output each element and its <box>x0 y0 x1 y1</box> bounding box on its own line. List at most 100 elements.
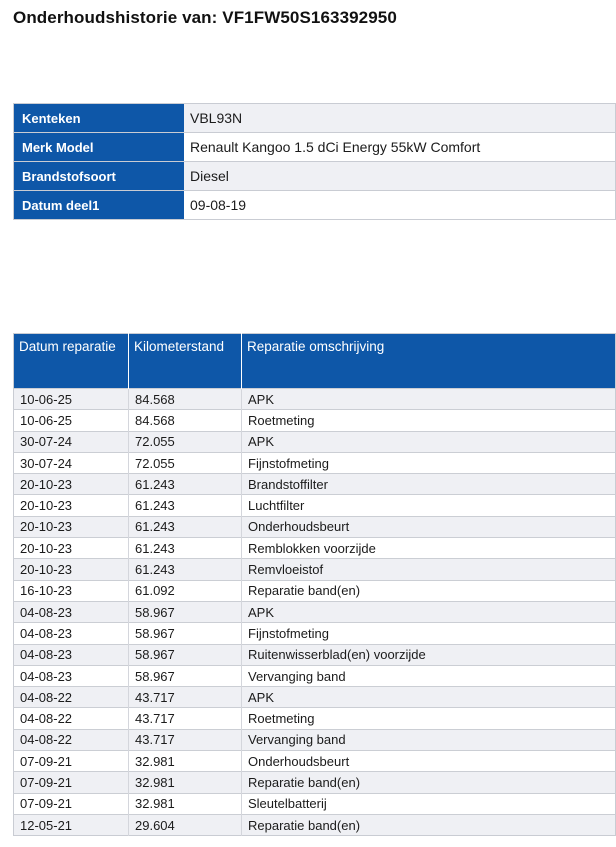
repair-row: 12-05-2129.604Reparatie band(en) <box>14 814 616 835</box>
vehicle-info-label: Merk Model <box>14 133 185 162</box>
repair-km-cell: 61.092 <box>129 580 242 601</box>
repair-date-cell: 04-08-23 <box>14 644 129 665</box>
repair-row: 10-06-2584.568Roetmeting <box>14 410 616 431</box>
repair-row: 30-07-2472.055Fijnstofmeting <box>14 452 616 473</box>
repair-date-cell: 20-10-23 <box>14 538 129 559</box>
repair-history-table: Datum reparatieKilometerstandReparatie o… <box>13 333 616 836</box>
repair-row: 04-08-2358.967Vervanging band <box>14 665 616 686</box>
column-header-reparatie-omschrijving: Reparatie omschrijving <box>242 334 616 389</box>
repair-km-cell: 58.967 <box>129 601 242 622</box>
repair-row: 20-10-2361.243Brandstoffilter <box>14 474 616 495</box>
page-title: Onderhoudshistorie van: VF1FW50S16339295… <box>13 8 397 28</box>
repair-date-cell: 20-10-23 <box>14 495 129 516</box>
repair-km-cell: 32.981 <box>129 751 242 772</box>
repair-description-cell: Sleutelbatterij <box>242 793 616 814</box>
repair-row: 04-08-2243.717Vervanging band <box>14 729 616 750</box>
repair-description-cell: Vervanging band <box>242 729 616 750</box>
repair-description-cell: Roetmeting <box>242 410 616 431</box>
repair-description-cell: Reparatie band(en) <box>242 814 616 835</box>
vehicle-info-value: Renault Kangoo 1.5 dCi Energy 55kW Comfo… <box>184 133 616 162</box>
repair-description-cell: Brandstoffilter <box>242 474 616 495</box>
repair-date-cell: 20-10-23 <box>14 516 129 537</box>
repair-description-cell: Fijnstofmeting <box>242 623 616 644</box>
repair-row: 20-10-2361.243Luchtfilter <box>14 495 616 516</box>
repair-date-cell: 20-10-23 <box>14 559 129 580</box>
repair-row: 07-09-2132.981Onderhoudsbeurt <box>14 751 616 772</box>
repair-description-cell: APK <box>242 687 616 708</box>
repair-date-cell: 07-09-21 <box>14 751 129 772</box>
repair-km-cell: 43.717 <box>129 708 242 729</box>
repair-row: 04-08-2243.717Roetmeting <box>14 708 616 729</box>
repair-description-cell: Reparatie band(en) <box>242 772 616 793</box>
vehicle-info-row: Datum deel109-08-19 <box>14 191 616 220</box>
maintenance-history-page: Onderhoudshistorie van: VF1FW50S16339295… <box>0 0 616 847</box>
repair-km-cell: 58.967 <box>129 644 242 665</box>
vehicle-info-label: Brandstofsoort <box>14 162 185 191</box>
repair-row: 16-10-2361.092Reparatie band(en) <box>14 580 616 601</box>
repair-km-cell: 43.717 <box>129 729 242 750</box>
repair-date-cell: 04-08-22 <box>14 687 129 708</box>
repair-date-cell: 04-08-23 <box>14 601 129 622</box>
repair-km-cell: 58.967 <box>129 623 242 644</box>
repair-row: 30-07-2472.055APK <box>14 431 616 452</box>
repair-description-cell: Fijnstofmeting <box>242 452 616 473</box>
repair-km-cell: 61.243 <box>129 538 242 559</box>
repair-description-cell: Luchtfilter <box>242 495 616 516</box>
repair-date-cell: 12-05-21 <box>14 814 129 835</box>
vehicle-info-row: Merk ModelRenault Kangoo 1.5 dCi Energy … <box>14 133 616 162</box>
repair-date-cell: 10-06-25 <box>14 410 129 431</box>
repair-header-row: Datum reparatieKilometerstandReparatie o… <box>14 334 616 389</box>
repair-row: 20-10-2361.243Remvloeistof <box>14 559 616 580</box>
repair-km-cell: 32.981 <box>129 793 242 814</box>
repair-description-cell: Onderhoudsbeurt <box>242 751 616 772</box>
repair-row: 04-08-2243.717APK <box>14 687 616 708</box>
column-header-datum-reparatie: Datum reparatie <box>14 334 129 389</box>
repair-description-cell: Ruitenwisserblad(en) voorzijde <box>242 644 616 665</box>
repair-date-cell: 16-10-23 <box>14 580 129 601</box>
repair-row: 20-10-2361.243Remblokken voorzijde <box>14 538 616 559</box>
vehicle-info-value: 09-08-19 <box>184 191 616 220</box>
repair-date-cell: 04-08-22 <box>14 708 129 729</box>
repair-km-cell: 72.055 <box>129 452 242 473</box>
repair-row: 20-10-2361.243Onderhoudsbeurt <box>14 516 616 537</box>
repair-date-cell: 04-08-23 <box>14 665 129 686</box>
repair-description-cell: APK <box>242 431 616 452</box>
repair-description-cell: Remblokken voorzijde <box>242 538 616 559</box>
repair-description-cell: Onderhoudsbeurt <box>242 516 616 537</box>
repair-date-cell: 07-09-21 <box>14 772 129 793</box>
repair-km-cell: 84.568 <box>129 410 242 431</box>
repair-description-cell: Remvloeistof <box>242 559 616 580</box>
vehicle-info-value: VBL93N <box>184 104 616 133</box>
repair-date-cell: 10-06-25 <box>14 389 129 410</box>
repair-km-cell: 61.243 <box>129 559 242 580</box>
vehicle-info-label: Datum deel1 <box>14 191 185 220</box>
repair-km-cell: 61.243 <box>129 495 242 516</box>
repair-km-cell: 61.243 <box>129 516 242 537</box>
repair-description-cell: Vervanging band <box>242 665 616 686</box>
repair-description-cell: APK <box>242 389 616 410</box>
repair-row: 04-08-2358.967Fijnstofmeting <box>14 623 616 644</box>
repair-km-cell: 29.604 <box>129 814 242 835</box>
repair-date-cell: 20-10-23 <box>14 474 129 495</box>
vehicle-info-row: KentekenVBL93N <box>14 104 616 133</box>
repair-date-cell: 07-09-21 <box>14 793 129 814</box>
repair-km-cell: 43.717 <box>129 687 242 708</box>
repair-row: 04-08-2358.967Ruitenwisserblad(en) voorz… <box>14 644 616 665</box>
vehicle-info-value: Diesel <box>184 162 616 191</box>
vehicle-info-row: BrandstofsoortDiesel <box>14 162 616 191</box>
repair-date-cell: 04-08-23 <box>14 623 129 644</box>
repair-km-cell: 72.055 <box>129 431 242 452</box>
repair-km-cell: 84.568 <box>129 389 242 410</box>
vehicle-info-label: Kenteken <box>14 104 185 133</box>
repair-row: 10-06-2584.568APK <box>14 389 616 410</box>
repair-row: 04-08-2358.967APK <box>14 601 616 622</box>
repair-description-cell: Roetmeting <box>242 708 616 729</box>
column-header-kilometerstand: Kilometerstand <box>129 334 242 389</box>
repair-date-cell: 30-07-24 <box>14 452 129 473</box>
repair-description-cell: APK <box>242 601 616 622</box>
repair-row: 07-09-2132.981Sleutelbatterij <box>14 793 616 814</box>
vehicle-info-table: KentekenVBL93NMerk ModelRenault Kangoo 1… <box>13 103 616 220</box>
repair-description-cell: Reparatie band(en) <box>242 580 616 601</box>
repair-km-cell: 61.243 <box>129 474 242 495</box>
repair-km-cell: 58.967 <box>129 665 242 686</box>
